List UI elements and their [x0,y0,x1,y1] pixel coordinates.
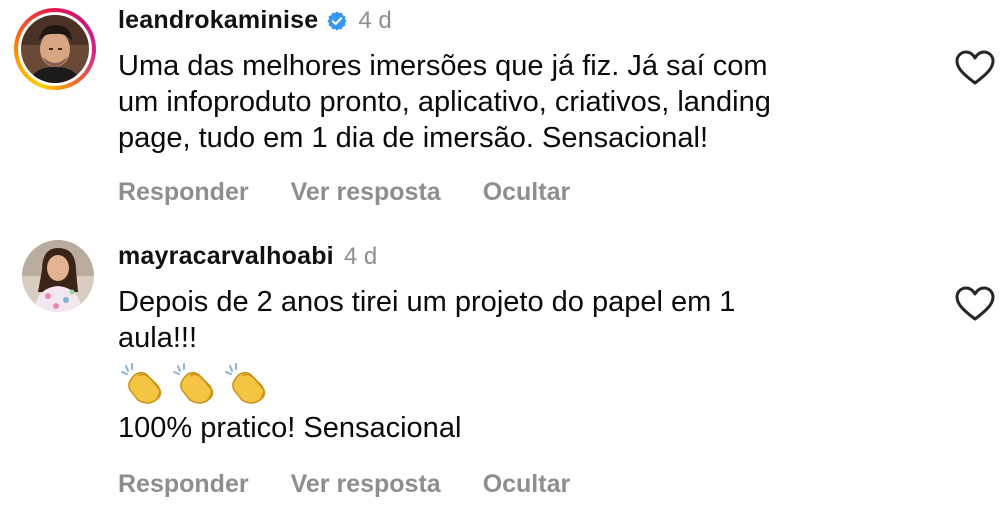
comment-text: Depois de 2 anos tirei um projeto do pap… [118,284,938,446]
timestamp: 4 d [358,6,392,34]
hide-button[interactable]: Ocultar [483,178,571,207]
clapping-hands-icon [121,363,162,404]
comment-line: Uma das melhores imersões que já fiz. Já… [118,50,768,82]
comment-header: leandrokaminise 4 d [118,6,392,35]
comment-line: Depois de 2 anos tirei um projeto do pap… [118,286,736,318]
username[interactable]: leandrokaminise [118,6,318,35]
comment-line: page, tudo em 1 dia de imersão. Sensacio… [118,122,709,154]
comment-actions: Responder Ver resposta Ocultar [118,178,612,207]
view-reply-button[interactable]: Ver resposta [291,178,441,207]
verified-badge-icon [326,10,348,32]
clapping-hands-emoji-row [118,362,938,406]
view-reply-button[interactable]: Ver resposta [291,470,441,499]
username[interactable]: mayracarvalhoabi [118,242,334,271]
comment-line: um infoproduto pronto, aplicativo, criat… [118,86,771,118]
avatar [21,15,89,83]
comment-actions: Responder Ver resposta Ocultar [118,470,612,499]
avatar-button[interactable] [22,240,94,312]
comment-line: aula!!! [118,322,197,354]
comment-line: 100% pratico! Sensacional [118,412,462,444]
reply-button[interactable]: Responder [118,178,249,207]
clapping-hands-icon [173,363,214,404]
reply-button[interactable]: Responder [118,470,249,499]
comment-item: mayracarvalhoabi 4 d Depois de 2 anos ti… [0,230,1000,512]
comment-header: mayracarvalhoabi 4 d [118,242,377,271]
clapping-hands-icon [225,363,266,404]
avatar-story-ring[interactable] [14,8,96,90]
heart-outline-icon[interactable] [955,50,995,86]
timestamp: 4 d [343,242,378,270]
hide-button[interactable]: Ocultar [483,470,571,499]
comment-item: leandrokaminise 4 d Uma das melhores ime… [0,0,1000,230]
heart-outline-icon[interactable] [955,286,995,322]
story-ring [14,8,96,90]
avatar [22,240,94,312]
comment-text: Uma das melhores imersões que já fiz. Já… [118,48,938,156]
